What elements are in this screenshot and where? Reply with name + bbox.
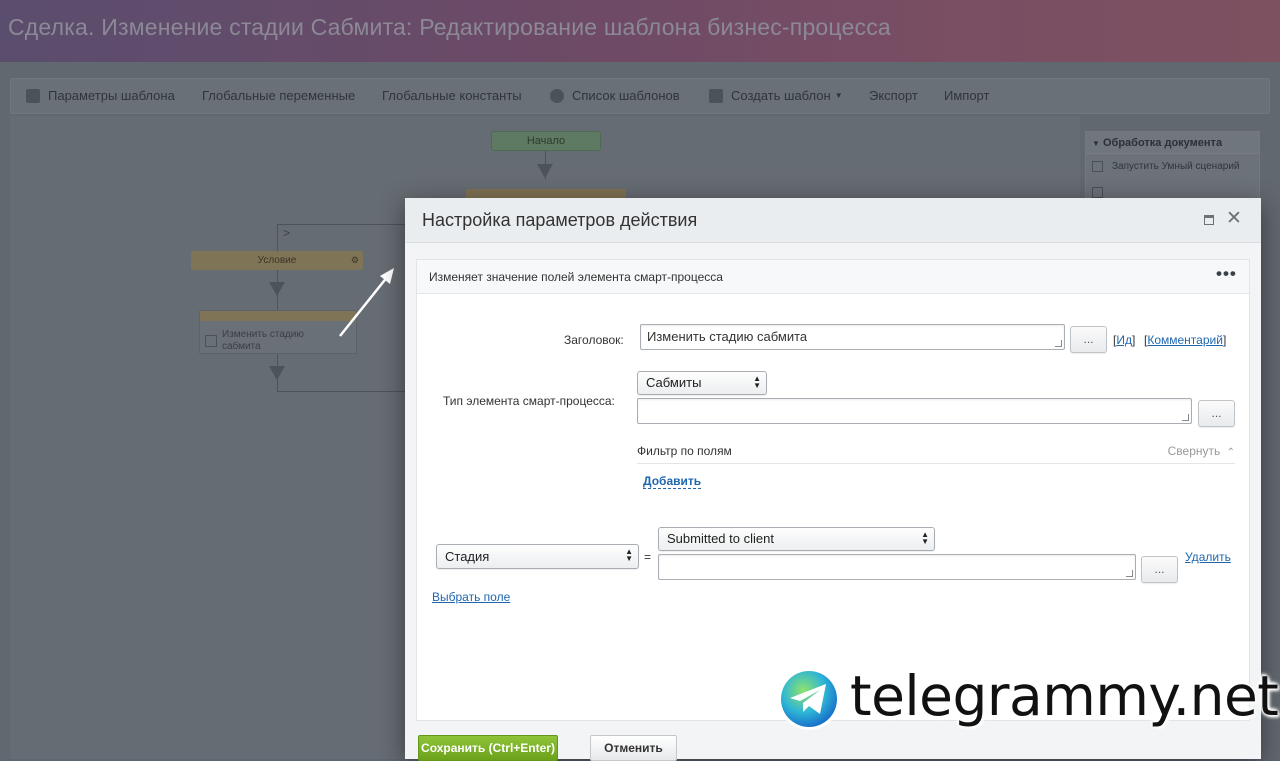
chevron-up-icon: ⌃ — [1226, 447, 1235, 458]
toolbar-item-label: Глобальные константы — [382, 88, 522, 103]
template-list-icon — [550, 88, 564, 103]
bp-merge-line — [277, 380, 405, 392]
connector-arrow — [269, 366, 285, 380]
comment-link[interactable]: Комментарий — [1147, 333, 1223, 347]
toolbar-item-label: Список шаблонов — [572, 88, 680, 103]
collapse-label: Свернуть — [1167, 444, 1221, 458]
cancel-button[interactable]: Отменить — [590, 735, 677, 761]
type-extra-input[interactable] — [637, 398, 1192, 424]
stage-extra-input[interactable] — [658, 554, 1136, 580]
id-link-wrap: [Ид] — [1113, 333, 1136, 347]
chevron-down-icon: ▼ — [834, 91, 843, 100]
toolbar-item-label: Глобальные переменные — [202, 88, 356, 103]
telegram-logo-icon — [778, 668, 840, 730]
stage-select-value: Submitted to client — [667, 531, 774, 546]
connector-arrow — [537, 164, 553, 178]
stage-insert-button[interactable]: ... — [1141, 556, 1178, 583]
panel-title-text: Обработка документа — [1102, 137, 1223, 149]
dialog-title: Настройка параметров действия — [422, 210, 698, 230]
connector-arrow — [269, 282, 285, 296]
bp-start-node[interactable]: Начало — [491, 131, 601, 151]
id-link[interactable]: Ид — [1116, 333, 1132, 347]
field-select-value: Стадия — [445, 549, 490, 564]
watermark-text: telegrammy.net — [850, 664, 1279, 728]
page-header: Сделка. Изменение стадии Сабмита: Редакт… — [0, 0, 1280, 62]
toolbar-global-constants[interactable]: Глобальные константы — [382, 88, 522, 103]
action-icon — [205, 335, 217, 347]
title-insert-button[interactable]: ... — [1070, 326, 1107, 353]
choose-field-link[interactable]: Выбрать поле — [432, 590, 510, 604]
type-insert-button[interactable]: ... — [1198, 400, 1235, 427]
activity-icon — [1092, 161, 1103, 172]
toolbar-item-label: Экспорт — [869, 88, 918, 103]
title-input-value: Изменить стадию сабмита — [647, 329, 808, 344]
pointer-arrow-icon — [339, 268, 394, 337]
dialog-body: Изменяет значение полей элемента смарт-п… — [416, 259, 1250, 721]
page-title: Сделка. Изменение стадии Сабмита: Редакт… — [8, 14, 891, 40]
close-icon[interactable]: ✕ — [1226, 208, 1242, 230]
toolbar-item-label: Создать шаблон — [731, 88, 831, 103]
toolbar-import[interactable]: Импорт — [944, 88, 989, 103]
toolbar-create-template[interactable]: Создать шаблон ▼ — [709, 88, 843, 103]
activity-item-label: Запустить Умный сценарий — [1112, 161, 1240, 172]
toolbar-item-label: Параметры шаблона — [48, 88, 175, 103]
type-select[interactable]: Сабмиты ▲ ▼ — [637, 371, 767, 395]
maximize-icon[interactable] — [1204, 215, 1214, 225]
add-filter-link[interactable]: Добавить — [643, 474, 702, 489]
chevron-right-icon: > — [283, 226, 291, 240]
type-label: Тип элемента смарт-процесса: — [443, 394, 615, 408]
filter-title: Фильтр по полям — [637, 444, 732, 458]
action-description: Изменяет значение полей элемента смарт-п… — [429, 270, 723, 284]
type-select-value: Сабмиты — [646, 375, 702, 390]
more-options-icon[interactable]: ••• — [1216, 264, 1237, 284]
select-arrows-icon: ▲ ▼ — [921, 530, 929, 546]
title-label: Заголовок: — [564, 333, 624, 347]
equals-sign: = — [644, 550, 652, 564]
delete-field-link[interactable]: Удалить — [1185, 550, 1231, 564]
bp-branch-line — [277, 224, 405, 242]
dialog-header[interactable]: Настройка параметров действия ✕ — [405, 198, 1261, 243]
toolbar-global-variables[interactable]: Глобальные переменные — [202, 88, 355, 103]
designer-toolbar: Параметры шаблона Глобальные переменные … — [10, 78, 1270, 114]
save-button[interactable]: Сохранить (Ctrl+Enter) — [418, 735, 558, 761]
action-description-bar: Изменяет значение полей элемента смарт-п… — [417, 260, 1249, 294]
activity-icon — [1092, 187, 1103, 198]
select-arrows-icon: ▲ ▼ — [625, 547, 633, 563]
condition-label: Условие — [257, 255, 297, 266]
toolbar-template-params[interactable]: Параметры шаблона — [26, 88, 175, 103]
toolbar-item-label: Импорт — [944, 88, 990, 103]
field-select[interactable]: Стадия ▲ ▼ — [436, 544, 639, 569]
template-params-icon — [26, 88, 40, 103]
title-input[interactable]: Изменить стадию сабмита — [640, 324, 1065, 350]
activity-panel-title[interactable]: ▼ Обработка документа — [1086, 132, 1259, 154]
filter-section-header: Фильтр по полям Свернуть ⌃ — [637, 440, 1235, 464]
toolbar-export[interactable]: Экспорт — [869, 88, 918, 103]
create-template-icon — [709, 88, 723, 103]
collapse-filter-button[interactable]: Свернуть ⌃ — [1168, 444, 1235, 458]
select-arrows-icon: ▲ ▼ — [753, 374, 761, 390]
caret-down-icon: ▼ — [1092, 139, 1100, 148]
activity-item[interactable]: Запустить Умный сценарий — [1086, 154, 1259, 180]
action-label: Изменить стадию сабмита — [222, 329, 304, 352]
comment-link-wrap: [Комментарий] — [1144, 333, 1227, 347]
stage-select[interactable]: Submitted to client ▲ ▼ — [658, 527, 935, 551]
toolbar-template-list[interactable]: Список шаблонов — [550, 88, 680, 103]
